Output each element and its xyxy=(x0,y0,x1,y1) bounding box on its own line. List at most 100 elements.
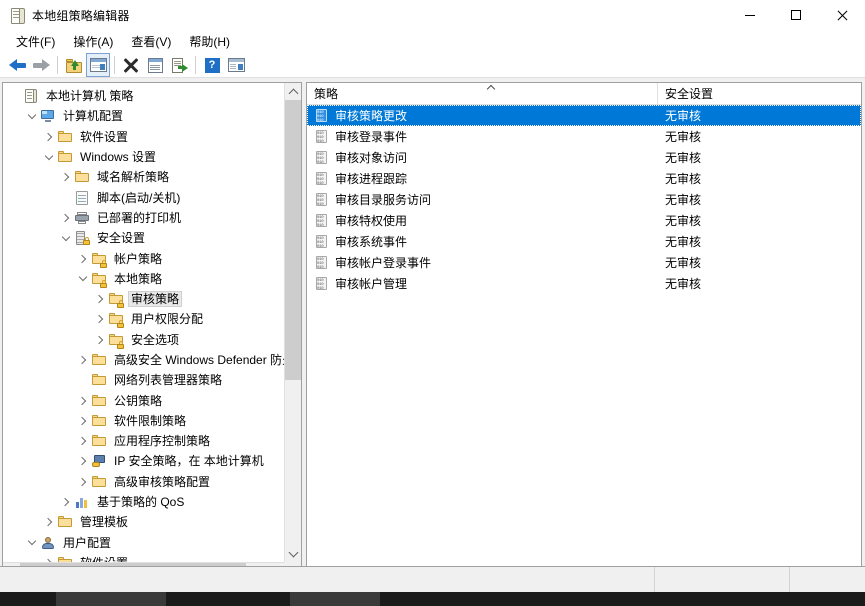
tree-vscroll-thumb[interactable] xyxy=(285,100,301,380)
scroll-up-button[interactable] xyxy=(285,83,301,100)
minimize-button[interactable] xyxy=(727,0,773,30)
folder-icon xyxy=(57,149,73,165)
table-row[interactable]: 010 010 010 审核帐户管理 无审核 xyxy=(307,273,861,294)
forward-button[interactable] xyxy=(29,53,53,77)
delete-button[interactable] xyxy=(119,53,143,77)
maximize-button[interactable] xyxy=(773,0,819,30)
export-list-button[interactable] xyxy=(167,53,191,77)
tree-item[interactable]: 帐户策略 xyxy=(3,248,285,268)
chevron-right-icon[interactable] xyxy=(58,494,74,510)
menu-action[interactable]: 操作(A) xyxy=(64,31,122,52)
maximize-icon xyxy=(791,10,801,20)
tree-item[interactable]: 管理模板 xyxy=(3,512,285,532)
tree-item[interactable]: 公钥策略 xyxy=(3,390,285,410)
scroll-down-button[interactable] xyxy=(285,545,301,562)
tree-item[interactable]: 审核策略 xyxy=(3,289,285,309)
column-security-setting[interactable]: 安全设置 xyxy=(658,83,861,104)
chevron-right-icon[interactable] xyxy=(58,210,74,226)
tree-item[interactable]: 用户配置 xyxy=(3,533,285,553)
tree-item[interactable]: 本地计算机 策略 xyxy=(3,86,285,106)
tree-item[interactable]: 高级审核策略配置 xyxy=(3,472,285,492)
tree-item[interactable]: 网络列表管理器策略 xyxy=(3,370,285,390)
tree-item[interactable]: 软件限制策略 xyxy=(3,411,285,431)
chevron-down-icon[interactable] xyxy=(24,108,40,124)
chevron-right-icon[interactable] xyxy=(75,352,91,368)
tree-item[interactable]: 已部署的打印机 xyxy=(3,208,285,228)
chevron-right-icon[interactable] xyxy=(92,291,108,307)
tree-item-label: 本地策略 xyxy=(114,271,163,286)
tree-item[interactable]: 脚本(启动/关机) xyxy=(3,187,285,207)
properties-button[interactable] xyxy=(143,53,167,77)
chevron-down-icon xyxy=(288,547,299,557)
policy-name-cell: 审核特权使用 xyxy=(335,214,408,228)
back-button[interactable] xyxy=(5,53,29,77)
help-button[interactable]: ? xyxy=(200,53,224,77)
up-one-level-button[interactable] xyxy=(62,53,86,77)
chevron-down-icon[interactable] xyxy=(75,271,91,287)
chevron-right-icon[interactable] xyxy=(41,129,57,145)
tree-item-label: 域名解析策略 xyxy=(97,170,170,185)
tree-item[interactable]: 用户权限分配 xyxy=(3,309,285,329)
chevron-right-icon[interactable] xyxy=(75,433,91,449)
table-row[interactable]: 010 010 010 审核对象访问 无审核 xyxy=(307,147,861,168)
table-row[interactable]: 010 010 010 审核目录服务访问 无审核 xyxy=(307,189,861,210)
forward-arrow-icon xyxy=(32,58,50,72)
close-button[interactable] xyxy=(819,0,865,30)
table-row[interactable]: 010 010 010 审核系统事件 无审核 xyxy=(307,231,861,252)
table-row[interactable]: 010 010 010 审核进程跟踪 无审核 xyxy=(307,168,861,189)
tree-item[interactable]: 应用程序控制策略 xyxy=(3,431,285,451)
policy-name-cell: 审核帐户管理 xyxy=(335,277,408,291)
chevron-down-icon[interactable] xyxy=(41,149,57,165)
chevron-right-icon[interactable] xyxy=(92,311,108,327)
policy-setting-icon: 010 010 010 xyxy=(314,150,330,166)
tree-item[interactable]: 基于策略的 QoS xyxy=(3,492,285,512)
tree-item[interactable]: 计算机配置 xyxy=(3,106,285,126)
table-row[interactable]: 010 010 010 审核特权使用 无审核 xyxy=(307,210,861,231)
view-window-button[interactable] xyxy=(224,53,248,77)
tree-vertical-scrollbar[interactable] xyxy=(284,83,301,562)
tree-item[interactable]: IP 安全策略，在 本地计算机 xyxy=(3,451,285,471)
chevron-right-icon[interactable] xyxy=(75,251,91,267)
tree-item[interactable]: 软件设置 xyxy=(3,127,285,147)
chevron-right-icon[interactable] xyxy=(41,555,57,562)
tree-item[interactable]: Windows 设置 xyxy=(3,147,285,167)
policy-document-icon xyxy=(23,88,39,104)
menu-view[interactable]: 查看(V) xyxy=(122,31,180,52)
tree-item[interactable]: 安全设置 xyxy=(3,228,285,248)
chevron-right-icon[interactable] xyxy=(75,453,91,469)
tree-item[interactable]: 安全选项 xyxy=(3,330,285,350)
menu-help[interactable]: 帮助(H) xyxy=(180,31,239,52)
show-hide-tree-button[interactable] xyxy=(86,53,110,77)
chevron-down-icon[interactable] xyxy=(58,230,74,246)
policy-setting-icon: 010 010 010 xyxy=(314,234,330,250)
policy-list-pane: 策略 安全设置 010 010 010 审核策略更改 无审核 010 010 010 审核登录事… xyxy=(306,82,862,580)
tree-item[interactable]: 高级安全 Windows Defender 防火墙 xyxy=(3,350,285,370)
chevron-right-icon[interactable] xyxy=(75,474,91,490)
folder-icon xyxy=(91,372,107,388)
chevron-right-icon[interactable] xyxy=(41,514,57,530)
tree-item[interactable]: 域名解析策略 xyxy=(3,167,285,187)
chevron-down-icon[interactable] xyxy=(24,535,40,551)
security-setting-cell: 无审核 xyxy=(665,193,702,207)
tree-item-label: 安全设置 xyxy=(97,231,146,246)
column-policy[interactable]: 策略 xyxy=(307,83,658,104)
toolbar-divider xyxy=(0,77,865,78)
security-setting-cell: 无审核 xyxy=(665,109,702,123)
tree-item-label: IP 安全策略，在 本地计算机 xyxy=(114,454,264,469)
sort-ascending-icon xyxy=(488,86,495,90)
chevron-right-icon[interactable] xyxy=(75,413,91,429)
tree-item-label: 高级审核策略配置 xyxy=(114,474,211,489)
chevron-right-icon[interactable] xyxy=(92,332,108,348)
column-policy-label: 策略 xyxy=(314,87,339,101)
table-row[interactable]: 010 010 010 审核登录事件 无审核 xyxy=(307,126,861,147)
menu-file[interactable]: 文件(F) xyxy=(7,31,64,52)
tree-item[interactable]: 本地策略 xyxy=(3,269,285,289)
table-row[interactable]: 010 010 010 审核帐户登录事件 无审核 xyxy=(307,252,861,273)
tree-item-label: 公钥策略 xyxy=(114,393,163,408)
policy-document-icon xyxy=(9,7,25,24)
chevron-right-icon[interactable] xyxy=(58,169,74,185)
chevron-right-icon[interactable] xyxy=(75,393,91,409)
table-row[interactable]: 010 010 010 审核策略更改 无审核 xyxy=(307,105,861,126)
tree-item[interactable]: 软件设置 xyxy=(3,553,285,562)
security-setting-cell: 无审核 xyxy=(665,256,702,270)
